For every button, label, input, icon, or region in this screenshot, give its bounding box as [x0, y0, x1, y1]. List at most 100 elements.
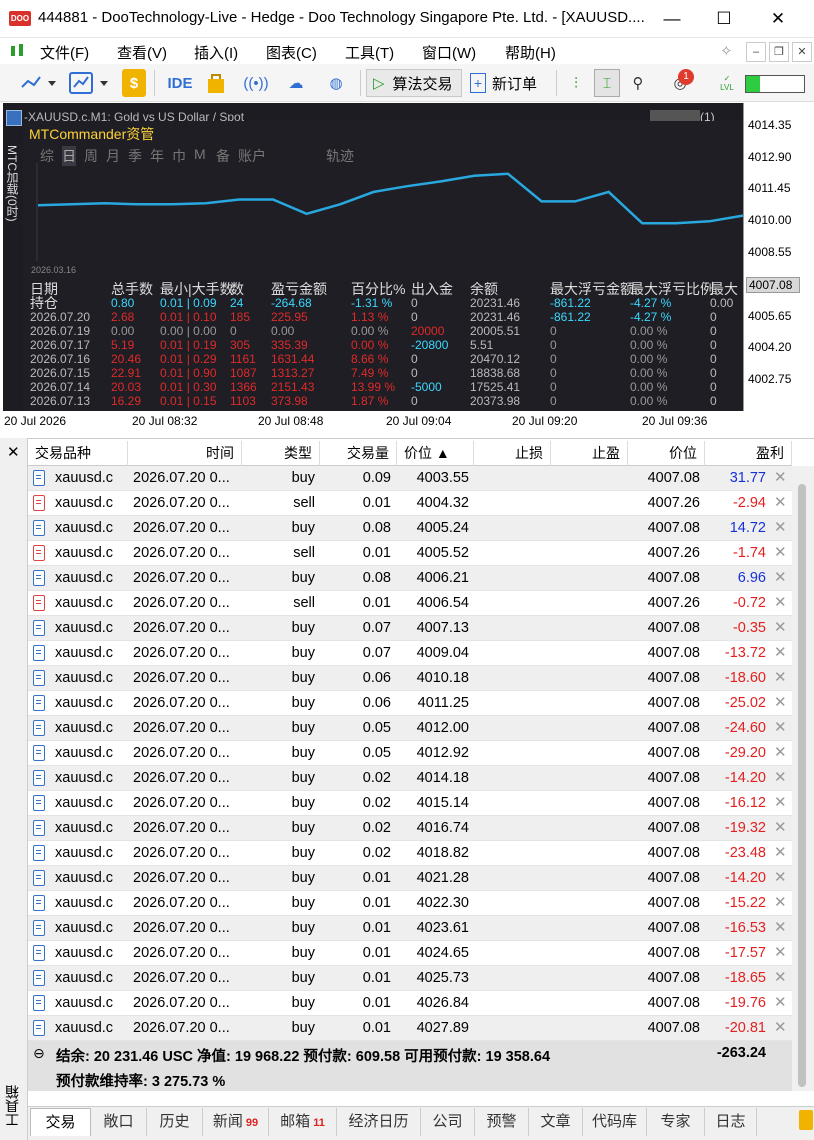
- tab-11[interactable]: 日志: [705, 1108, 757, 1136]
- mtc-tab-6[interactable]: 巾: [172, 146, 186, 166]
- close-position-icon[interactable]: ✕: [774, 793, 787, 811]
- close-position-icon[interactable]: ✕: [774, 993, 787, 1011]
- column-header-7[interactable]: 价位: [628, 441, 705, 466]
- close-position-icon[interactable]: ✕: [774, 743, 787, 761]
- mtc-cell-minmax: 0.01 | 0.90: [160, 366, 217, 380]
- maximize-button[interactable]: ☐: [698, 0, 750, 38]
- close-toolbox-button[interactable]: ✕: [7, 443, 20, 461]
- close-position-icon[interactable]: ✕: [774, 1018, 787, 1036]
- mtc-tab-3[interactable]: 月: [106, 146, 120, 166]
- close-position-icon[interactable]: ✕: [774, 668, 787, 686]
- column-header-0[interactable]: 交易品种: [28, 441, 128, 466]
- new-order-button[interactable]: + 新订单: [470, 69, 550, 97]
- tab-10[interactable]: 专家: [647, 1108, 705, 1136]
- signal-icon[interactable]: ((•)): [242, 69, 270, 97]
- close-position-icon[interactable]: ✕: [774, 868, 787, 886]
- mdi-minimize-button[interactable]: –: [746, 42, 766, 62]
- mdi-restore-button[interactable]: ❐: [769, 42, 789, 62]
- menu-item-0[interactable]: 文件(F): [40, 42, 89, 63]
- mtc-tab-1[interactable]: 日: [62, 146, 76, 166]
- close-position-icon[interactable]: ✕: [774, 643, 787, 661]
- trade-cell-2: buy: [291, 945, 315, 961]
- mdi-close-button[interactable]: ✕: [792, 42, 812, 62]
- menu-item-5[interactable]: 窗口(W): [422, 42, 476, 63]
- order-buy-icon: [33, 620, 45, 636]
- mtc-tab-4[interactable]: 季: [128, 146, 142, 166]
- tab-6[interactable]: 公司: [421, 1108, 475, 1136]
- dollar-icon[interactable]: $: [122, 69, 146, 97]
- account-icon[interactable]: ◎ 1: [664, 69, 696, 97]
- menu-item-2[interactable]: 插入(I): [194, 42, 238, 63]
- chart-type-icon[interactable]: [16, 69, 60, 97]
- close-position-icon[interactable]: ✕: [774, 768, 787, 786]
- column-header-6[interactable]: 止盈: [551, 441, 628, 466]
- order-buy-icon: [33, 470, 45, 486]
- close-position-icon[interactable]: ✕: [774, 818, 787, 836]
- mtc-tab-10[interactable]: 轨迹: [326, 146, 354, 166]
- vps-globe-icon[interactable]: ◍: [322, 69, 350, 97]
- level-icon[interactable]: ✓ LVL: [714, 69, 740, 97]
- depth-of-market-icon[interactable]: ⫶: [562, 69, 590, 97]
- close-position-icon[interactable]: ✕: [774, 693, 787, 711]
- minimize-button[interactable]: —: [646, 0, 698, 38]
- market-bag-icon[interactable]: [203, 69, 229, 97]
- mtc-cell-pct: -1.31 %: [351, 296, 393, 310]
- close-position-icon[interactable]: ✕: [774, 918, 787, 936]
- mtc-cell-minmax: 0.01 | 0.29: [160, 352, 217, 366]
- tab-9[interactable]: 代码库: [583, 1108, 647, 1136]
- close-position-icon[interactable]: ✕: [774, 968, 787, 986]
- mtc-cell-pct: 1.87 %: [351, 394, 389, 408]
- tab-5[interactable]: 经济日历: [337, 1108, 421, 1136]
- close-position-icon[interactable]: ✕: [774, 493, 787, 511]
- mtc-cell-date: 2026.07.20: [30, 310, 91, 324]
- menu-item-1[interactable]: 查看(V): [117, 42, 167, 63]
- close-position-icon[interactable]: ✕: [774, 568, 787, 586]
- column-header-8[interactable]: 盈利: [705, 441, 792, 466]
- ide-button[interactable]: IDE: [164, 69, 196, 97]
- menu-app-icon[interactable]: [10, 42, 26, 60]
- column-header-2[interactable]: 类型: [242, 441, 320, 466]
- close-position-icon[interactable]: ✕: [774, 893, 787, 911]
- indicators-icon[interactable]: [66, 69, 112, 97]
- algo-trading-button[interactable]: ▷ 算法交易: [366, 69, 462, 97]
- tab-2[interactable]: 历史: [147, 1108, 203, 1136]
- chart-menu-icon[interactable]: [6, 110, 22, 126]
- close-position-icon[interactable]: ✕: [774, 593, 787, 611]
- menu-item-4[interactable]: 工具(T): [345, 42, 394, 63]
- close-window-button[interactable]: ✕: [752, 0, 804, 38]
- market-tab-icon[interactable]: [799, 1110, 813, 1130]
- mtc-cell-date: 2026.07.17: [30, 338, 91, 352]
- column-header-4[interactable]: 价位 ▲: [397, 441, 474, 466]
- search-icon[interactable]: ⚲: [626, 69, 650, 97]
- pin-icon[interactable]: ✧: [720, 42, 733, 60]
- column-header-5[interactable]: 止损: [474, 441, 551, 466]
- close-position-icon[interactable]: ✕: [774, 543, 787, 561]
- mtc-tab-0[interactable]: 综: [40, 146, 54, 166]
- tab-1[interactable]: 敞口: [91, 1108, 147, 1136]
- close-position-icon[interactable]: ✕: [774, 843, 787, 861]
- close-position-icon[interactable]: ✕: [774, 943, 787, 961]
- tab-7[interactable]: 预警: [475, 1108, 529, 1136]
- column-header-1[interactable]: 时间: [128, 441, 242, 466]
- tab-8[interactable]: 文章: [529, 1108, 583, 1136]
- mtc-tab-9[interactable]: 账户: [238, 146, 266, 166]
- close-position-icon[interactable]: ✕: [774, 518, 787, 536]
- tab-4[interactable]: 邮箱 11: [269, 1108, 337, 1136]
- mtc-cell-mfl: 0: [550, 338, 557, 352]
- collapse-summary-icon[interactable]: ⊖: [33, 1045, 45, 1062]
- close-position-icon[interactable]: ✕: [774, 718, 787, 736]
- close-position-icon[interactable]: ✕: [774, 468, 787, 486]
- mtc-tab-7[interactable]: M: [194, 146, 206, 162]
- mtc-tab-8[interactable]: 备: [216, 146, 230, 166]
- column-header-3[interactable]: 交易量: [320, 441, 397, 466]
- mtc-tab-5[interactable]: 年: [150, 146, 164, 166]
- cloud-icon[interactable]: ☁: [282, 69, 310, 97]
- scrollbar-thumb[interactable]: [798, 484, 806, 1087]
- menu-item-6[interactable]: 帮助(H): [505, 42, 556, 63]
- one-click-trading-icon[interactable]: ⌶: [594, 69, 620, 97]
- tab-3[interactable]: 新闻 99: [203, 1108, 269, 1136]
- close-position-icon[interactable]: ✕: [774, 618, 787, 636]
- menu-item-3[interactable]: 图表(C): [266, 42, 317, 63]
- tab-0[interactable]: 交易: [30, 1108, 91, 1136]
- mtc-tab-2[interactable]: 周: [84, 146, 98, 166]
